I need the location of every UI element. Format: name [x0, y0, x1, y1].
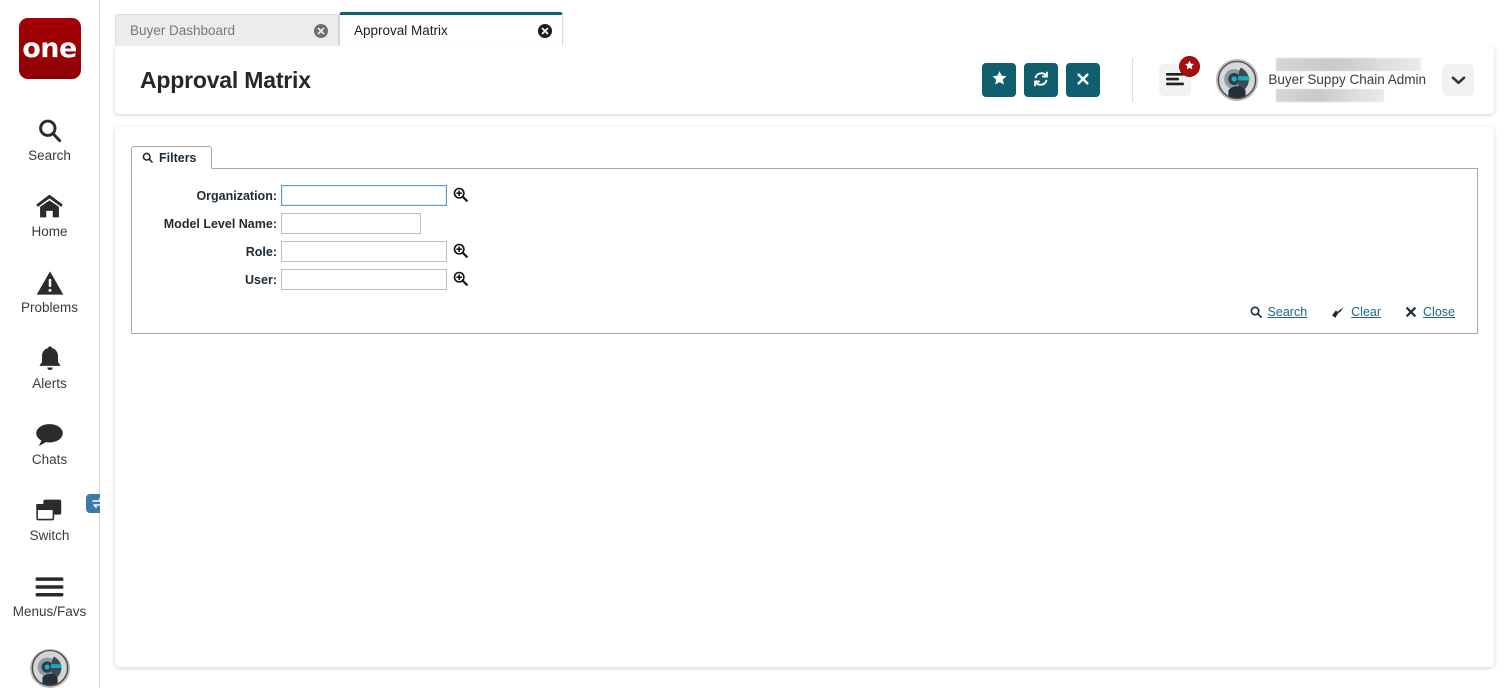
search-icon: [35, 116, 65, 146]
chevron-down-icon: [1451, 73, 1466, 88]
x-icon: [1075, 71, 1091, 90]
search-icon: [142, 152, 153, 163]
filters-tab-label: Filters: [159, 151, 197, 165]
left-sidebar: one Search Home: [0, 0, 100, 688]
application-window: one Search Home: [0, 0, 1509, 688]
sidebar-item-label: Home: [31, 225, 67, 239]
user-label: User:: [146, 273, 281, 287]
hamburger-icon: [35, 572, 65, 602]
sidebar-item-label: Chats: [32, 453, 67, 467]
filters-clear-label: Clear: [1351, 305, 1381, 319]
refresh-button[interactable]: [1024, 63, 1058, 97]
sidebar-item-alerts[interactable]: Alerts: [0, 329, 99, 405]
star-icon: [991, 70, 1008, 90]
favorite-button[interactable]: [982, 63, 1016, 97]
user-input[interactable]: [281, 269, 447, 290]
sidebar-user-avatar[interactable]: [30, 649, 70, 688]
page-body: Approval Matrix: [100, 46, 1509, 688]
windows-switch-icon: [35, 496, 65, 526]
chat-bubble-icon: [35, 420, 65, 450]
organization-input[interactable]: [281, 185, 447, 206]
filters-close-label: Close: [1423, 305, 1455, 319]
header-divider: [1132, 58, 1133, 102]
tab-filters[interactable]: Filters: [131, 146, 212, 169]
x-icon: [1405, 306, 1417, 318]
warning-triangle-icon: [35, 268, 65, 298]
tab-strip: Buyer Dashboard Approval Matrix: [100, 0, 1509, 46]
tab-buyer-dashboard[interactable]: Buyer Dashboard: [115, 14, 339, 46]
logo-text: one: [22, 35, 77, 62]
sidebar-item-switch[interactable]: Switch: [0, 481, 99, 557]
tab-label: Approval Matrix: [354, 23, 448, 38]
tab-label: Buyer Dashboard: [130, 23, 235, 38]
filters-search-link[interactable]: Search: [1250, 305, 1308, 319]
field-row-model-level-name: Model Level Name:: [146, 211, 1463, 236]
role-label: Role:: [146, 245, 281, 259]
main-area: Buyer Dashboard Approval Matrix: [100, 0, 1509, 688]
bell-icon: [35, 344, 65, 374]
close-circle-icon[interactable]: [537, 23, 552, 38]
header-action-buttons: [982, 63, 1100, 97]
user-role-label: Buyer Suppy Chain Admin: [1268, 73, 1426, 87]
close-circle-icon[interactable]: [313, 23, 328, 38]
avatar[interactable]: [1216, 59, 1258, 101]
page-header-card: Approval Matrix: [115, 46, 1494, 114]
organization-label: Organization:: [146, 189, 281, 203]
user-name-stack: Buyer Suppy Chain Admin: [1268, 54, 1426, 106]
model-level-name-input[interactable]: [281, 213, 421, 234]
sidebar-item-label: Menus/Favs: [13, 605, 87, 619]
filters-clear-link[interactable]: Clear: [1331, 305, 1381, 319]
magnifier-plus-icon: [453, 271, 468, 289]
eraser-icon: [1331, 306, 1345, 319]
user-name-redacted-bottom: [1276, 89, 1384, 102]
magnifier-plus-icon: [453, 187, 468, 205]
user-lookup-button[interactable]: [451, 269, 470, 290]
user-avatar-icon: [1217, 59, 1257, 101]
filters-panel: Filters Organization:: [131, 145, 1478, 334]
sidebar-item-label: Problems: [21, 301, 78, 315]
sidebar-nav-list: Search Home: [0, 101, 99, 633]
refresh-icon: [1032, 70, 1050, 91]
filters-body: Organization:: [131, 168, 1478, 334]
sidebar-item-menus-favs[interactable]: Menus/Favs: [0, 557, 99, 633]
field-row-role: Role:: [146, 239, 1463, 264]
sidebar-item-label: Switch: [30, 529, 70, 543]
user-block: Buyer Suppy Chain Admin: [1216, 54, 1426, 106]
field-row-organization: Organization:: [146, 183, 1463, 208]
star-icon: [1184, 59, 1195, 74]
sidebar-item-search[interactable]: Search: [0, 101, 99, 177]
sidebar-item-home[interactable]: Home: [0, 177, 99, 253]
filters-search-label: Search: [1268, 305, 1308, 319]
menus-favorites-button[interactable]: [1159, 64, 1191, 96]
magnifier-plus-icon: [453, 243, 468, 261]
role-input[interactable]: [281, 241, 447, 262]
filters-action-links: Search Clear: [146, 295, 1463, 323]
sidebar-item-chats[interactable]: Chats: [0, 405, 99, 481]
tab-approval-matrix[interactable]: Approval Matrix: [339, 12, 563, 46]
filters-close-link[interactable]: Close: [1405, 305, 1455, 319]
user-name-redacted-top: [1276, 58, 1421, 71]
close-button[interactable]: [1066, 63, 1100, 97]
filters-tab-row: Filters: [131, 145, 1478, 168]
page-content-card: Filters Organization:: [115, 127, 1494, 667]
page-title: Approval Matrix: [140, 67, 311, 94]
role-lookup-button[interactable]: [451, 241, 470, 262]
user-avatar-icon: [31, 649, 69, 688]
sidebar-item-label: Alerts: [32, 377, 67, 391]
one-logo[interactable]: one: [19, 18, 81, 79]
favorites-badge: [1179, 56, 1200, 77]
user-menu-dropdown-button[interactable]: [1442, 64, 1474, 96]
model-level-name-label: Model Level Name:: [146, 217, 281, 231]
sidebar-item-problems[interactable]: Problems: [0, 253, 99, 329]
organization-lookup-button[interactable]: [451, 185, 470, 206]
field-row-user: User:: [146, 267, 1463, 292]
home-icon: [35, 192, 65, 222]
sidebar-item-label: Search: [28, 149, 71, 163]
search-icon: [1250, 306, 1262, 318]
